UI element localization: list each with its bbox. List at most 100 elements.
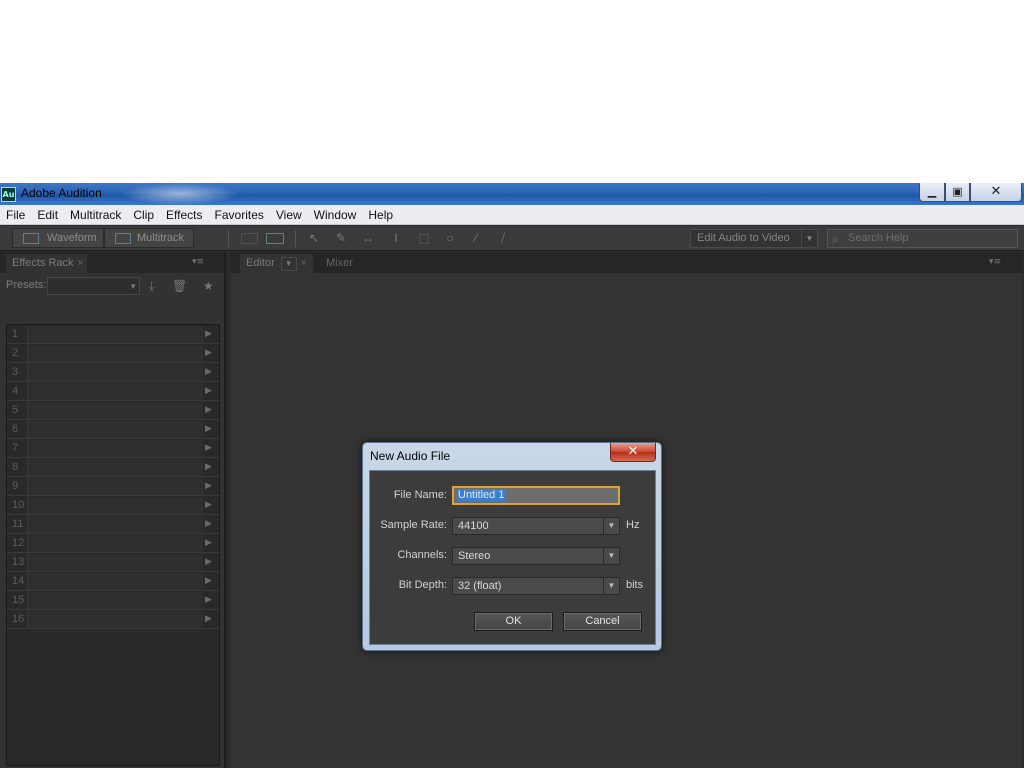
slip-tool-icon[interactable]: ↔ bbox=[360, 232, 376, 245]
workspace-selector[interactable]: Edit Audio to Video ▼ bbox=[690, 229, 818, 248]
waveform-view-button[interactable]: Waveform bbox=[12, 228, 104, 248]
channels-label: Channels: bbox=[397, 549, 447, 561]
rack-slot-effect[interactable] bbox=[27, 497, 203, 514]
rack-slot-effect[interactable] bbox=[27, 364, 203, 381]
menu-effects[interactable]: Effects bbox=[160, 208, 208, 222]
chevron-down-icon: ▼ bbox=[603, 518, 619, 534]
rack-slot-effect[interactable] bbox=[27, 326, 203, 343]
close-icon[interactable]: × bbox=[301, 258, 307, 269]
close-window-button[interactable]: ✕ bbox=[970, 183, 1022, 202]
rack-slot[interactable]: 4 ▶ bbox=[7, 382, 219, 401]
play-arrow-icon[interactable]: ▶ bbox=[205, 480, 217, 493]
trash-icon[interactable]: 🗑 bbox=[172, 279, 187, 293]
panel-menu-icon[interactable]: ▾≡ bbox=[192, 257, 204, 267]
tab-mixer[interactable]: Mixer bbox=[320, 254, 359, 273]
play-arrow-icon[interactable]: ▶ bbox=[205, 423, 217, 436]
rack-slot-effect[interactable] bbox=[27, 535, 203, 552]
rack-slot-effect[interactable] bbox=[27, 516, 203, 533]
rack-slot-effect[interactable] bbox=[27, 383, 203, 400]
presets-select[interactable]: ▼ bbox=[47, 277, 140, 295]
menu-view[interactable]: View bbox=[270, 208, 308, 222]
dialog-close-button[interactable]: ✕ bbox=[610, 443, 656, 462]
rack-slot-effect[interactable] bbox=[27, 573, 203, 590]
rack-slot[interactable]: 15 ▶ bbox=[7, 591, 219, 610]
play-arrow-icon[interactable]: ▶ bbox=[205, 613, 217, 626]
multitrack-view-button[interactable]: Multitrack bbox=[104, 228, 194, 248]
menu-window[interactable]: Window bbox=[308, 208, 363, 222]
rack-slot-effect[interactable] bbox=[27, 611, 203, 628]
time-selection-tool-icon[interactable]: I bbox=[388, 232, 404, 245]
rack-slot[interactable]: 9 ▶ bbox=[7, 477, 219, 496]
minimize-button[interactable]: ▁ bbox=[919, 183, 945, 202]
ok-button[interactable]: OK bbox=[474, 612, 553, 631]
play-arrow-icon[interactable]: ▶ bbox=[205, 518, 217, 531]
rack-slot[interactable]: 14 ▶ bbox=[7, 572, 219, 591]
marquee-tool-icon[interactable]: ⬚ bbox=[416, 232, 432, 245]
play-arrow-icon[interactable]: ▶ bbox=[205, 556, 217, 569]
rack-slot[interactable]: 6 ▶ bbox=[7, 420, 219, 439]
rack-slot[interactable]: 10 ▶ bbox=[7, 496, 219, 515]
menu-file[interactable]: File bbox=[0, 208, 31, 222]
close-icon[interactable]: × bbox=[78, 258, 84, 269]
tab-effects-rack[interactable]: Effects Rack × bbox=[6, 254, 88, 273]
menu-multitrack[interactable]: Multitrack bbox=[64, 208, 127, 222]
play-arrow-icon[interactable]: ▶ bbox=[205, 404, 217, 417]
rack-slot-effect[interactable] bbox=[27, 478, 203, 495]
file-name-field[interactable]: Untitled 1 bbox=[452, 486, 620, 505]
favorite-star-icon[interactable]: ★ bbox=[203, 279, 214, 293]
menu-clip[interactable]: Clip bbox=[127, 208, 160, 222]
chevron-down-icon[interactable]: ▼ bbox=[280, 257, 297, 271]
search-help-field[interactable]: ⌕ Search Help bbox=[827, 229, 1018, 248]
play-arrow-icon[interactable]: ▶ bbox=[205, 537, 217, 550]
play-arrow-icon[interactable]: ▶ bbox=[205, 366, 217, 379]
rack-slot-effect[interactable] bbox=[27, 402, 203, 419]
maximize-button[interactable]: ▣ bbox=[945, 183, 970, 202]
waveform-display-icon[interactable] bbox=[266, 233, 284, 244]
play-arrow-icon[interactable]: ▶ bbox=[205, 328, 217, 341]
play-arrow-icon[interactable]: ▶ bbox=[205, 347, 217, 360]
waveform-label: Waveform bbox=[47, 232, 97, 244]
rack-slot-effect[interactable] bbox=[27, 592, 203, 609]
tab-editor[interactable]: Editor ▼ × bbox=[240, 254, 313, 273]
spot-healing-tool-icon[interactable]: ⧸ bbox=[495, 232, 511, 245]
rack-slot-effect[interactable] bbox=[27, 440, 203, 457]
rack-slot[interactable]: 16 ▶ bbox=[7, 610, 219, 629]
rack-slot[interactable]: 13 ▶ bbox=[7, 553, 219, 572]
channels-select[interactable]: Stereo ▼ bbox=[452, 547, 620, 565]
play-arrow-icon[interactable]: ▶ bbox=[205, 499, 217, 512]
menu-edit[interactable]: Edit bbox=[31, 208, 64, 222]
rack-slot[interactable]: 8 ▶ bbox=[7, 458, 219, 477]
rack-slot[interactable]: 5 ▶ bbox=[7, 401, 219, 420]
play-arrow-icon[interactable]: ▶ bbox=[205, 461, 217, 474]
rack-slot[interactable]: 11 ▶ bbox=[7, 515, 219, 534]
file-name-value: Untitled 1 bbox=[457, 489, 506, 501]
rack-slot-effect[interactable] bbox=[27, 345, 203, 362]
rack-slot[interactable]: 2 ▶ bbox=[7, 344, 219, 363]
rack-slot-effect[interactable] bbox=[27, 554, 203, 571]
spectral-display-icon[interactable] bbox=[241, 233, 258, 244]
play-arrow-icon[interactable]: ▶ bbox=[205, 594, 217, 607]
rack-slot[interactable]: 12 ▶ bbox=[7, 534, 219, 553]
panel-menu-icon[interactable]: ▾≡ bbox=[989, 257, 1001, 267]
save-preset-icon[interactable]: ⤓ bbox=[149, 279, 154, 294]
razor-tool-icon[interactable]: ✎ bbox=[333, 232, 349, 245]
rack-slot[interactable]: 3 ▶ bbox=[7, 363, 219, 382]
rack-slot[interactable]: 1 ▶ bbox=[7, 325, 219, 344]
rack-slot[interactable]: 7 ▶ bbox=[7, 439, 219, 458]
rack-slot-effect[interactable] bbox=[27, 459, 203, 476]
play-arrow-icon[interactable]: ▶ bbox=[205, 442, 217, 455]
play-arrow-icon[interactable]: ▶ bbox=[205, 575, 217, 588]
rack-slot-effect[interactable] bbox=[27, 421, 203, 438]
bit-depth-select[interactable]: 32 (float) ▼ bbox=[452, 577, 620, 595]
sample-rate-select[interactable]: 44100 ▼ bbox=[452, 517, 620, 535]
move-tool-icon[interactable]: ↖ bbox=[306, 232, 322, 245]
title-bar[interactable] bbox=[0, 183, 1024, 205]
chevron-down-icon: ▼ bbox=[129, 282, 137, 291]
lasso-tool-icon[interactable]: ○ bbox=[442, 232, 458, 245]
menu-help[interactable]: Help bbox=[362, 208, 399, 222]
cancel-button[interactable]: Cancel bbox=[563, 612, 642, 631]
paintbrush-tool-icon[interactable]: ⁄ bbox=[468, 232, 484, 245]
play-arrow-icon[interactable]: ▶ bbox=[205, 385, 217, 398]
menu-favorites[interactable]: Favorites bbox=[209, 208, 270, 222]
chevron-down-icon: ▼ bbox=[801, 230, 817, 247]
